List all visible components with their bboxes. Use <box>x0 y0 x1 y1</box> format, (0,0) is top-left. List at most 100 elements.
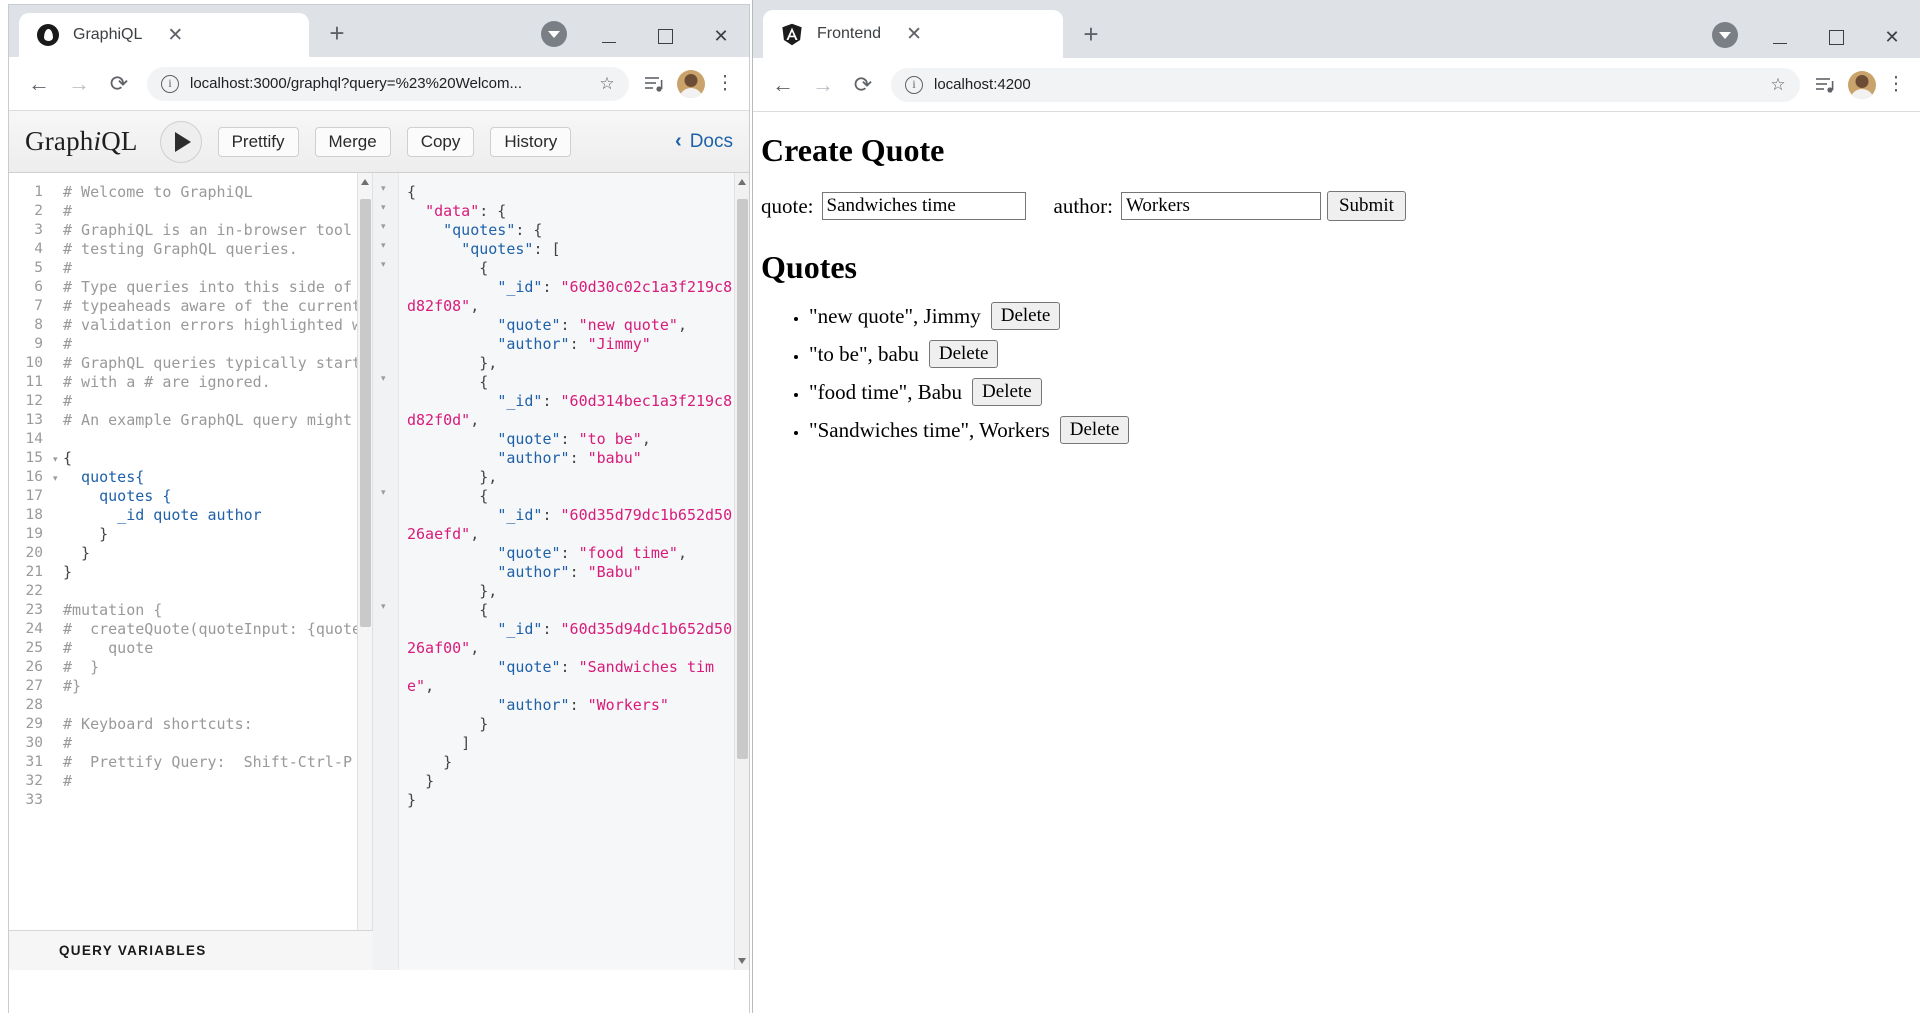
line-text: # Welcome to GraphiQL <box>63 183 253 201</box>
execute-query-button[interactable] <box>159 120 202 163</box>
scroll-thumb[interactable] <box>360 199 371 627</box>
query-editor-line: 33 <box>9 791 372 810</box>
result-line-text: { <box>407 183 417 201</box>
quote-text: "to be", babu <box>809 341 919 366</box>
right-profile-chip-icon[interactable] <box>1712 22 1738 48</box>
line-number: 20 <box>25 545 43 561</box>
fold-arrow-icon[interactable]: ▾ <box>53 468 63 488</box>
result-fold-arrow-icon[interactable]: ▾ <box>381 373 391 384</box>
query-editor-line: 16 ▾ quotes{ <box>9 468 372 487</box>
right-close-icon[interactable] <box>1864 16 1920 58</box>
quote-list-item: "new quote", Jimmy Delete <box>809 302 1920 330</box>
submit-button[interactable]: Submit <box>1326 191 1406 221</box>
line-text: # Type queries into this side of <box>63 278 352 296</box>
line-text: # createQuote(quoteInput: {quote <box>63 620 362 638</box>
right-reload-icon[interactable]: ⟳ <box>843 65 883 105</box>
result-viewer[interactable]: ▾{▾ "data": {▾ "quotes": {▾ "quotes": [▾… <box>373 173 749 970</box>
query-editor-line: 27 #} <box>9 677 372 696</box>
copy-button[interactable]: Copy <box>406 126 475 157</box>
result-line: } <box>399 715 734 734</box>
left-minimize-icon[interactable] <box>581 15 637 57</box>
author-input[interactable] <box>1120 192 1321 220</box>
line-number: 14 <box>25 431 43 447</box>
line-text: # typeaheads aware of the current <box>63 297 362 315</box>
query-editor-line: 9 # <box>9 335 372 354</box>
result-scroll-down-icon[interactable] <box>738 958 746 964</box>
result-line: "author": "Jimmy" <box>399 335 734 354</box>
line-text: quotes{ <box>63 468 145 486</box>
left-chrome-menu-icon[interactable]: ⋮ <box>711 74 739 93</box>
line-text: # Keyboard shortcuts: <box>63 715 253 733</box>
query-variables-bar[interactable]: QUERY VARIABLES <box>9 930 373 970</box>
left-tab-close-icon[interactable]: ✕ <box>164 24 186 46</box>
line-number: 11 <box>25 374 43 390</box>
prettify-button[interactable]: Prettify <box>217 126 299 157</box>
left-address-bar[interactable]: i localhost:3000/graphql?query=%23%20Wel… <box>147 66 629 101</box>
right-maximize-icon[interactable] <box>1808 16 1864 58</box>
right-new-tab-button[interactable]: + <box>1073 16 1109 52</box>
query-editor-line: 32 # <box>9 772 372 791</box>
line-text: { <box>63 449 73 467</box>
right-browser-tab[interactable]: Frontend ✕ <box>763 10 1063 58</box>
result-scroll-thumb[interactable] <box>737 199 748 759</box>
delete-button[interactable]: Delete <box>990 302 1061 330</box>
result-line: "quote": "to be", <box>399 430 734 449</box>
query-editor[interactable]: 1 # Welcome to GraphiQL 2 #3 # GraphiQL is a… <box>9 173 373 970</box>
left-avatar[interactable] <box>677 69 705 98</box>
line-text: # <box>63 392 73 410</box>
line-number: 28 <box>25 697 43 713</box>
result-fold-arrow-icon[interactable]: ▾ <box>381 202 391 213</box>
right-back-icon[interactable]: ← <box>763 65 803 105</box>
line-number: 16 <box>25 469 43 485</box>
quote-input[interactable] <box>821 192 1026 220</box>
fold-arrow-icon[interactable]: ▾ <box>53 449 63 469</box>
result-fold-arrow-icon[interactable]: ▾ <box>381 221 391 232</box>
result-fold-arrow-icon[interactable]: ▾ <box>381 487 391 498</box>
result-fold-arrow-icon[interactable]: ▾ <box>381 601 391 612</box>
result-line-text: } <box>407 753 453 771</box>
right-address-bar[interactable]: i localhost:4200 ☆ <box>891 67 1800 102</box>
result-line: "_id": "60d35d79dc1b652d5026aefd", <box>399 506 734 544</box>
delete-button[interactable]: Delete <box>1059 416 1130 444</box>
result-scroll-up-icon[interactable] <box>738 179 746 185</box>
line-number: 4 <box>34 241 43 257</box>
left-forward-icon[interactable]: → <box>59 64 99 104</box>
result-fold-arrow-icon[interactable]: ▾ <box>381 240 391 251</box>
left-site-info-icon[interactable]: i <box>161 74 179 93</box>
right-avatar[interactable] <box>1848 70 1876 99</box>
right-forward-icon[interactable]: → <box>803 65 843 105</box>
query-variables-label: QUERY VARIABLES <box>59 943 207 958</box>
result-line: } <box>399 772 734 791</box>
line-number: 7 <box>34 298 43 314</box>
left-new-tab-button[interactable]: + <box>319 15 355 51</box>
delete-button[interactable]: Delete <box>972 378 1042 406</box>
scroll-up-icon[interactable] <box>361 179 369 185</box>
history-button[interactable]: History <box>490 126 572 157</box>
delete-button[interactable]: Delete <box>928 340 999 368</box>
left-bookmark-star-icon[interactable]: ☆ <box>595 74 619 94</box>
left-back-icon[interactable]: ← <box>19 64 59 104</box>
right-minimize-icon[interactable] <box>1752 16 1808 58</box>
result-line-text: } <box>407 791 417 809</box>
query-editor-vscrollbar[interactable] <box>357 173 372 970</box>
quote-row: "Sandwiches time", Workers Delete <box>809 416 1920 444</box>
left-close-icon[interactable] <box>693 15 749 57</box>
merge-button[interactable]: Merge <box>314 126 391 157</box>
result-line-text: "author": "Jimmy" <box>497 335 651 353</box>
left-profile-chip-icon[interactable] <box>541 21 567 47</box>
line-text: #mutation { <box>63 601 163 619</box>
result-vscrollbar[interactable] <box>734 173 749 970</box>
left-reading-list-icon[interactable] <box>637 67 671 101</box>
result-fold-arrow-icon[interactable]: ▾ <box>381 183 391 194</box>
right-site-info-icon[interactable]: i <box>905 75 923 94</box>
right-tab-close-icon[interactable]: ✕ <box>903 23 925 45</box>
left-maximize-icon[interactable] <box>637 15 693 57</box>
left-browser-tab[interactable]: GraphiQL ✕ <box>19 13 309 57</box>
right-bookmark-star-icon[interactable]: ☆ <box>1766 75 1790 95</box>
right-reading-list-icon[interactable] <box>1808 68 1842 102</box>
right-chrome-menu-icon[interactable]: ⋮ <box>1882 75 1910 94</box>
left-reload-icon[interactable]: ⟳ <box>99 64 139 104</box>
docs-button[interactable]: ‹ Docs <box>675 130 739 153</box>
result-line-text: "data": { <box>425 202 507 220</box>
result-fold-arrow-icon[interactable]: ▾ <box>381 259 391 270</box>
